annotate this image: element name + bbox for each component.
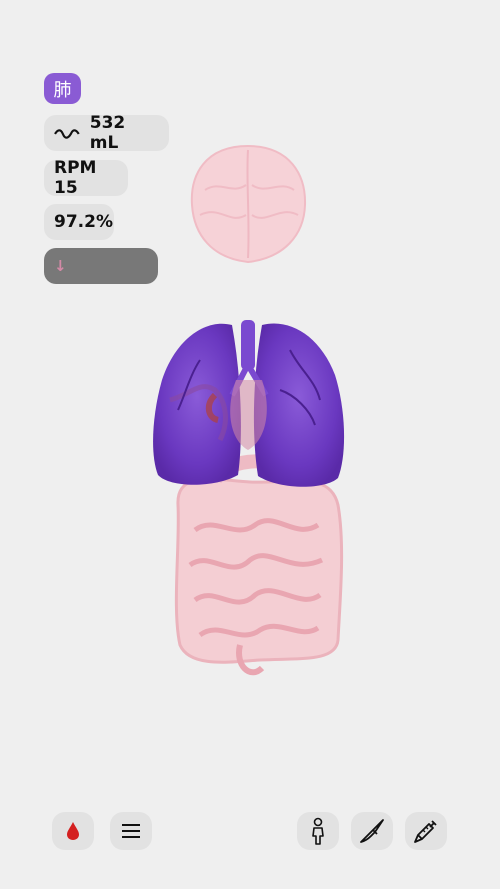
- digestive-organs: [174, 454, 344, 676]
- organ-label-badge[interactable]: 肺: [44, 73, 81, 104]
- syringe-icon: [414, 820, 437, 843]
- brain-shape: [190, 144, 307, 264]
- tidal-volume-readout: 532 mL: [44, 113, 169, 153]
- trend-indicator: ↓: [44, 248, 158, 284]
- scalpel-button[interactable]: [351, 812, 393, 850]
- respiration-rate-value: RPM 15: [54, 158, 97, 198]
- respiration-rate-readout: RPM 15: [44, 158, 128, 198]
- menu-button[interactable]: [110, 812, 152, 850]
- tidal-volume-value: 532 mL: [89, 113, 126, 153]
- blood-button[interactable]: [52, 812, 94, 850]
- syringe-button[interactable]: [405, 812, 447, 850]
- menu-icon: [122, 824, 140, 838]
- person-icon: [312, 817, 324, 845]
- organ-label-text: 肺: [53, 79, 72, 101]
- blood-drop-icon: [67, 822, 79, 840]
- scalpel-icon: [360, 819, 384, 843]
- oxygen-saturation-value: 97.2%: [54, 212, 113, 232]
- trend-down-arrow-icon: ↓: [54, 257, 67, 275]
- oxygen-saturation-readout: 97.2%: [44, 204, 114, 240]
- wave-icon: [54, 129, 80, 139]
- body-view-button[interactable]: [297, 812, 339, 850]
